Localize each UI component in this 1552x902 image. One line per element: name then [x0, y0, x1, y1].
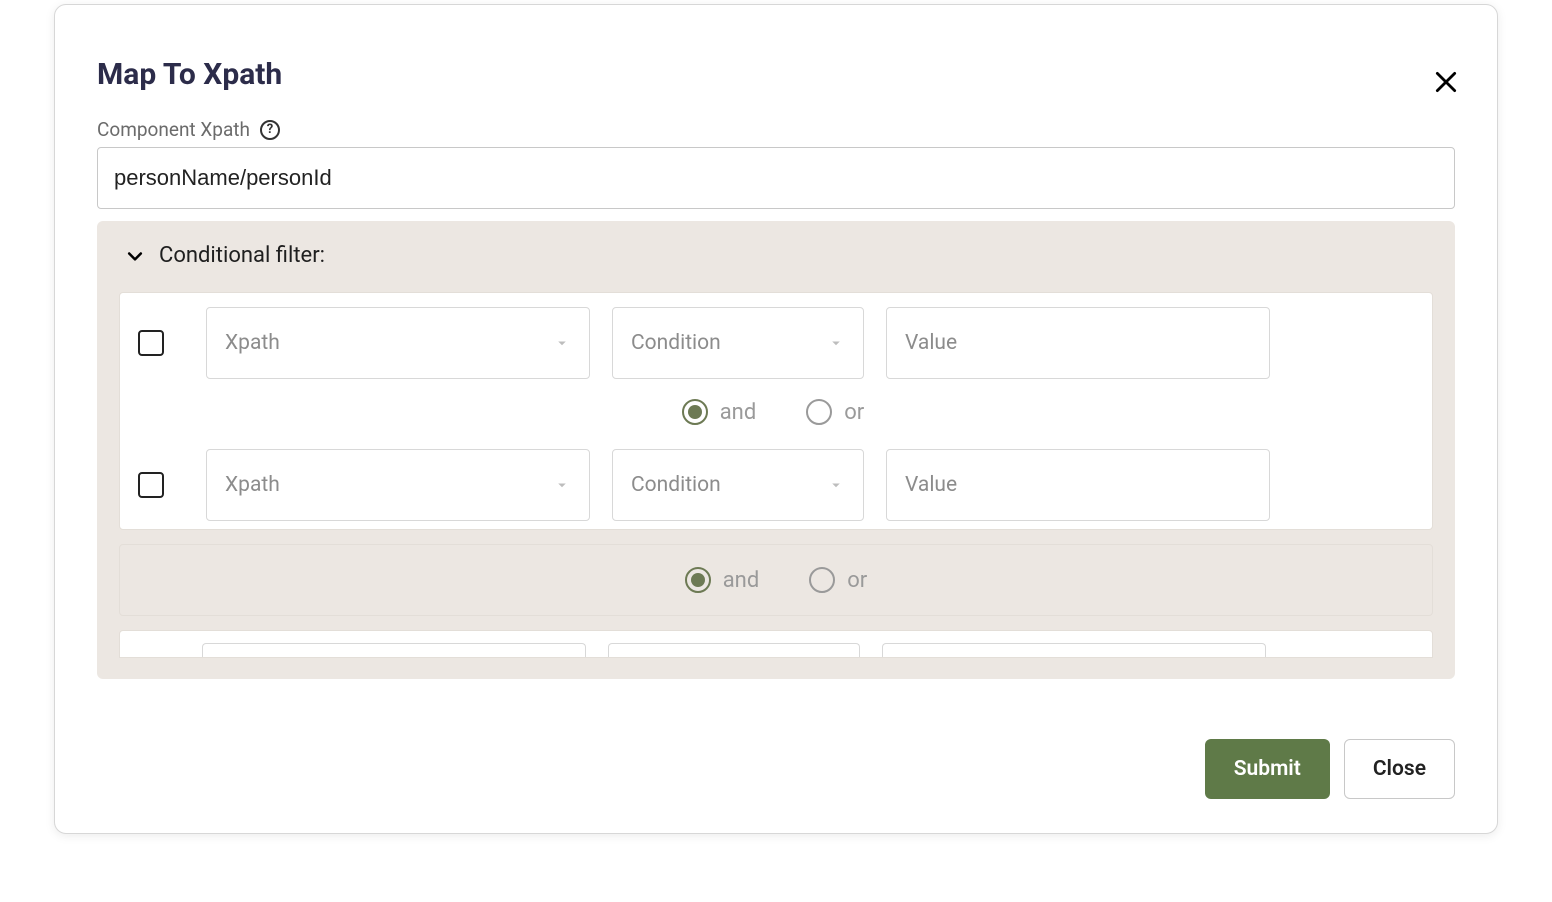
radio-dot-icon [682, 399, 708, 425]
conditional-filter-panel: Conditional filter: Xpath Condition [97, 221, 1455, 679]
condition-select[interactable]: Condition [612, 449, 864, 521]
close-button-label: Close [1373, 757, 1426, 781]
help-icon[interactable]: ? [260, 120, 280, 140]
close-button[interactable]: Close [1344, 739, 1455, 799]
logic-or-label: or [847, 568, 867, 593]
conditional-filter-title: Conditional filter: [159, 243, 325, 268]
value-input[interactable]: Value [886, 449, 1270, 521]
condition-select-placeholder: Condition [631, 331, 721, 355]
group-logic-bar: and or [119, 544, 1433, 616]
rule-checkbox[interactable] [138, 330, 164, 356]
xpath-select[interactable]: Xpath [206, 449, 590, 521]
xpath-select-placeholder: Xpath [225, 331, 280, 355]
radio-dot-icon [809, 567, 835, 593]
caret-down-icon [553, 334, 571, 352]
logic-and-label: and [720, 400, 757, 425]
value-input-placeholder: Value [905, 473, 957, 497]
row-logic: and or [134, 383, 1412, 445]
component-xpath-label: Component Xpath [97, 118, 250, 141]
group-logic-or-radio[interactable]: or [809, 567, 867, 593]
logic-or-radio[interactable]: or [806, 399, 864, 425]
xpath-select-placeholder: Xpath [225, 473, 280, 497]
dialog-header: Map To Xpath [97, 45, 1455, 118]
group-logic-and-radio[interactable]: and [685, 567, 760, 593]
chevron-down-icon [125, 246, 145, 266]
rule-group: Xpath Condition Value [119, 292, 1433, 530]
next-rule-group-peek [119, 630, 1433, 658]
rule-row: Xpath Condition Value [134, 445, 1412, 525]
caret-down-icon [553, 476, 571, 494]
xpath-select[interactable]: Xpath [206, 307, 590, 379]
caret-down-icon [827, 334, 845, 352]
submit-button[interactable]: Submit [1205, 739, 1330, 799]
submit-button-label: Submit [1234, 757, 1301, 781]
map-to-xpath-dialog: Map To Xpath Component Xpath ? Condition… [54, 4, 1498, 834]
rule-row: Xpath Condition Value [134, 303, 1412, 383]
dialog-title: Map To Xpath [97, 57, 282, 92]
value-input-placeholder: Value [905, 331, 957, 355]
conditional-filter-toggle[interactable]: Conditional filter: [119, 243, 1433, 268]
condition-select-placeholder: Condition [631, 473, 721, 497]
radio-dot-icon [806, 399, 832, 425]
radio-dot-icon [685, 567, 711, 593]
close-icon[interactable] [1427, 63, 1465, 101]
logic-and-radio[interactable]: and [682, 399, 757, 425]
logic-and-label: and [723, 568, 760, 593]
dialog-footer: Submit Close [1205, 739, 1455, 799]
component-xpath-input[interactable] [97, 147, 1455, 209]
rule-checkbox[interactable] [138, 472, 164, 498]
component-xpath-label-row: Component Xpath ? [97, 118, 1455, 141]
value-input[interactable]: Value [886, 307, 1270, 379]
logic-or-label: or [844, 400, 864, 425]
condition-select[interactable]: Condition [612, 307, 864, 379]
caret-down-icon [827, 476, 845, 494]
